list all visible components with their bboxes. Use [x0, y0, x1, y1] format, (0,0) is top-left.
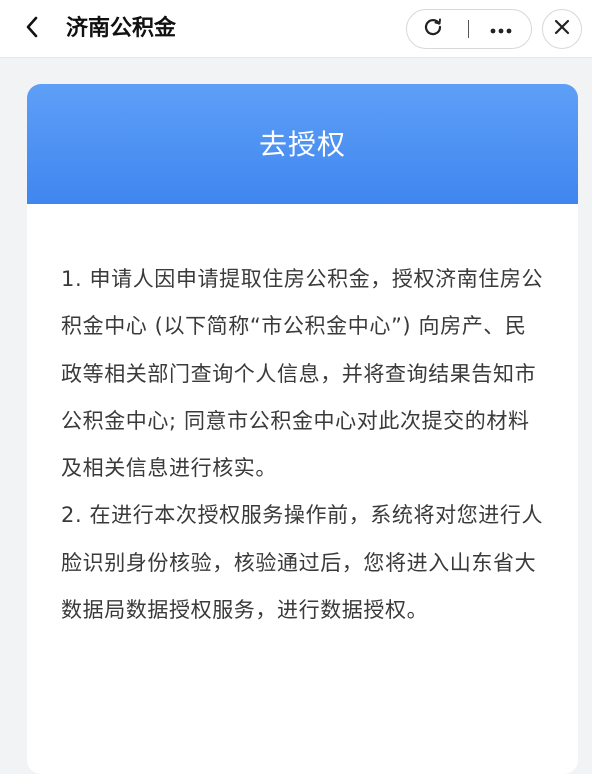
- authorization-card: 去授权 1. 申请人因申请提取住房公积金，授权济南住房公积金中心 (以下简称“市…: [27, 84, 578, 774]
- more-dots-icon: [489, 20, 513, 39]
- authorize-title: 去授权: [258, 128, 346, 161]
- back-button[interactable]: [16, 13, 48, 45]
- authorization-clause-2: 2. 在进行本次授权服务操作前，系统将对您进行人脸识别身份核验，核验通过后，您将…: [61, 503, 544, 623]
- navigation-bar: 济南公积金: [0, 0, 592, 58]
- refresh-icon: [422, 16, 444, 42]
- page-title: 济南公积金: [66, 16, 177, 41]
- card-header[interactable]: 去授权: [27, 84, 578, 204]
- close-button[interactable]: [542, 9, 582, 49]
- close-icon: [552, 17, 572, 41]
- card-body: 1. 申请人因申请提取住房公积金，授权济南住房公积金中心 (以下简称“市公积金中…: [27, 204, 578, 634]
- refresh-button[interactable]: [419, 17, 447, 41]
- chevron-left-icon: [24, 15, 40, 43]
- capsule-divider: [468, 20, 469, 38]
- mini-program-capsule: [406, 9, 532, 49]
- authorization-clause-1: 1. 申请人因申请提取住房公积金，授权济南住房公积金中心 (以下简称“市公积金中…: [61, 267, 544, 481]
- more-button[interactable]: [483, 17, 519, 41]
